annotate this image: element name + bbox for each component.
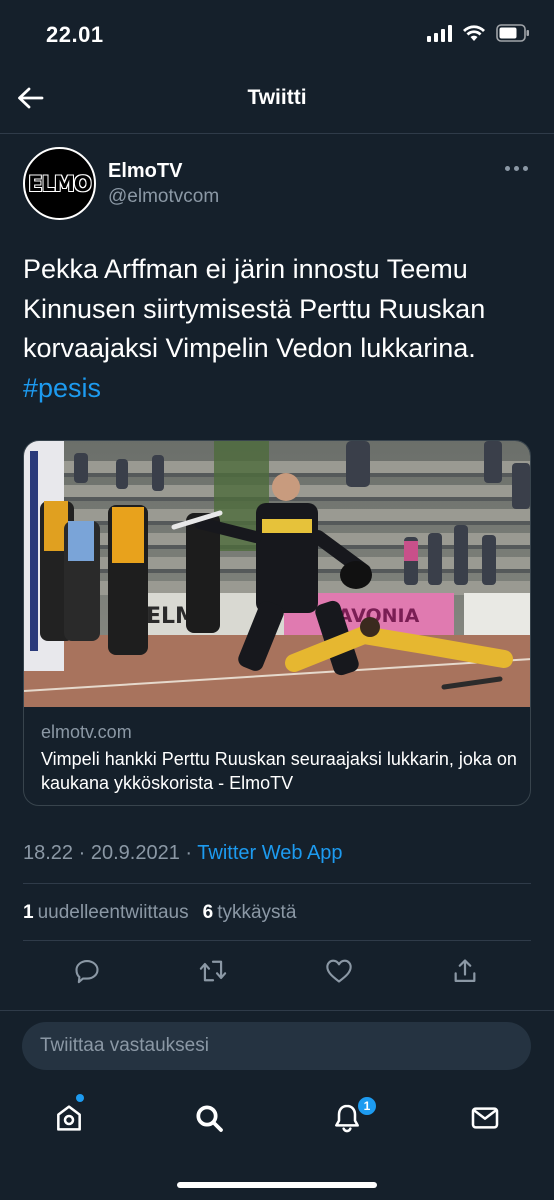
nav-home-button[interactable] [49, 1098, 89, 1138]
retweets-count: 1 [23, 902, 34, 923]
actions-divider [0, 1010, 554, 1011]
tweet-stats: 1 uudelleentwiittaus 6 tykkäystä [23, 902, 296, 924]
reply-button[interactable] [71, 955, 103, 987]
source-app-link[interactable]: Twitter Web App [197, 842, 342, 864]
like-button[interactable] [323, 955, 355, 987]
avatar[interactable]: ELMO [23, 147, 96, 220]
more-options-button[interactable] [505, 166, 528, 171]
more-dot-icon [514, 166, 519, 171]
retweet-icon [199, 960, 227, 982]
avatar-logo-text: ELMO [28, 171, 91, 196]
messages-icon [471, 1107, 499, 1129]
meta-separator: · [185, 842, 193, 864]
nav-search-button[interactable] [189, 1098, 229, 1138]
likes-stat[interactable]: 6 tykkäystä [203, 902, 297, 924]
home-indicator [177, 1182, 377, 1188]
card-domain: elmotv.com [41, 722, 132, 742]
card-title: Vimpeli hankki Perttu Ruuskan seuraajaks… [41, 749, 517, 793]
status-time: 22.01 [46, 22, 104, 47]
tweet-time: 18.22 [23, 842, 74, 864]
home-icon [57, 1105, 81, 1131]
home-unread-dot [76, 1094, 84, 1102]
likes-count: 6 [202, 902, 214, 923]
tweet-body: Pekka Arffman ei järin innostu Teemu Kin… [23, 254, 486, 363]
author-handle[interactable]: @elmotvcom [108, 186, 219, 208]
meta-divider [23, 883, 531, 884]
tweet-text: Pekka Arffman ei järin innostu Teemu Kin… [23, 250, 533, 408]
share-icon [454, 959, 476, 983]
page-title: Twiitti [247, 86, 307, 109]
status-icons [427, 24, 530, 42]
likes-label: tykkäystä [217, 902, 297, 923]
retweets-label: uudelleentwiittaus [37, 902, 189, 923]
retweet-button[interactable] [197, 955, 229, 987]
notifications-badge: 1 [357, 1096, 377, 1116]
nav-messages-button[interactable] [465, 1098, 505, 1138]
search-icon [196, 1105, 223, 1132]
retweets-stat[interactable]: 1 uudelleentwiittaus [23, 902, 189, 924]
header-divider [0, 133, 554, 134]
tweet-date: 20.9.2021 [90, 842, 180, 864]
meta-separator: · [78, 842, 86, 864]
tweet-meta: 18.22 · 20.9.2021 · Twitter Web App [23, 842, 343, 865]
stats-divider [23, 940, 531, 941]
more-dot-icon [505, 166, 510, 171]
share-button[interactable] [449, 955, 481, 987]
link-card[interactable]: ELMA SAVONIA elmotv.com Vimpeli hankki P… [23, 440, 531, 806]
more-dot-icon [523, 166, 528, 171]
hashtag-link[interactable]: #pesis [23, 373, 101, 403]
wifi-icon [463, 25, 485, 41]
author-name[interactable]: ElmoTV [108, 160, 182, 183]
signal-icon [427, 24, 452, 42]
card-image: ELMA SAVONIA [24, 441, 530, 707]
like-icon [326, 959, 352, 983]
battery-icon [496, 24, 529, 42]
reply-icon [75, 960, 99, 984]
reply-input[interactable]: Twiittaa vastauksesi [22, 1022, 531, 1070]
